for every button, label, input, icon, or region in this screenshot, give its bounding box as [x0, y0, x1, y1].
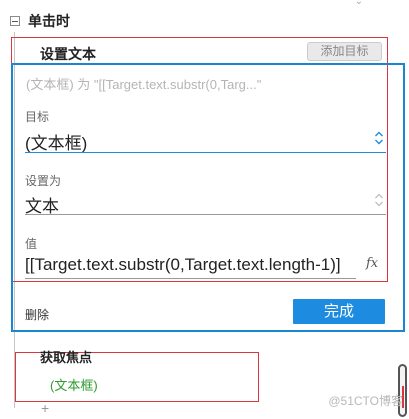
target-select[interactable]: (文本框) [25, 129, 87, 154]
target-label: 目标 [25, 110, 50, 124]
delete-button[interactable]: 删除 [25, 306, 49, 323]
focus-action-target: (文本框) [50, 378, 98, 393]
set-as-underline [25, 214, 386, 215]
set-as-chevron-icon[interactable] [374, 192, 384, 208]
event-label: 单击时 [28, 13, 70, 29]
add-target-button[interactable]: 添加目标 [307, 42, 382, 61]
scrollbar[interactable] [398, 364, 407, 417]
action-editor-panel [11, 63, 405, 332]
watermark: @51CTO博客 [328, 394, 403, 408]
target-chevron-icon[interactable] [374, 130, 384, 146]
top-cutoff-fragment: ⌄ [354, 0, 363, 7]
fx-function-icon[interactable]: fx [366, 256, 378, 271]
value-underline [25, 278, 356, 279]
target-underline [25, 152, 386, 153]
add-action-icon[interactable]: + [41, 400, 49, 416]
event-row[interactable]: 单击时 [10, 12, 70, 30]
action-title[interactable]: 设置文本 [40, 44, 96, 64]
value-label: 值 [25, 237, 38, 251]
action-summary: (文本框) 为 "[[Target.text.substr(0,Targ..." [26, 77, 262, 92]
collapse-toggle-icon[interactable] [10, 16, 20, 26]
value-input[interactable]: [[Target.text.substr(0,Target.text.lengt… [25, 255, 341, 275]
done-button[interactable]: 完成 [293, 299, 385, 324]
set-as-label: 设置为 [25, 174, 62, 188]
focus-action-title[interactable]: 获取焦点 [40, 347, 92, 366]
